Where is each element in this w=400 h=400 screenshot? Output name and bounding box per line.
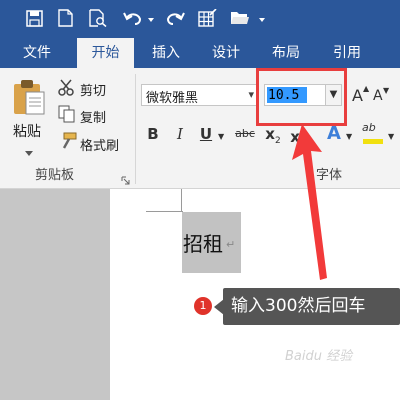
underline-button[interactable]: U xyxy=(198,123,214,145)
ribbon-separator xyxy=(135,74,136,184)
clipboard-group-label: 剪贴板 xyxy=(35,168,75,183)
paste-icon[interactable] xyxy=(12,78,46,120)
open-folder-icon[interactable] xyxy=(230,8,250,28)
document-text[interactable]: 招租 xyxy=(183,228,223,257)
subscript-digit: 2 xyxy=(274,136,281,146)
print-preview-icon[interactable] xyxy=(89,8,107,28)
tab-file[interactable]: 文件 xyxy=(14,38,60,68)
quick-access-toolbar xyxy=(0,0,400,38)
tab-insert[interactable]: 插入 xyxy=(146,38,186,68)
chevron-down-icon: ▾ xyxy=(248,88,254,101)
grow-font-button[interactable]: A xyxy=(352,86,363,105)
redo-icon[interactable] xyxy=(165,8,185,28)
new-document-icon[interactable] xyxy=(58,8,73,28)
highlight-button[interactable]: ab xyxy=(362,121,376,134)
caret-down-icon: ▼ xyxy=(383,86,390,95)
subscript-base: x xyxy=(265,125,275,143)
watermark-logo: Baidu 经验 xyxy=(285,349,353,364)
margin-marker xyxy=(181,189,182,212)
format-painter-icon[interactable] xyxy=(58,132,78,154)
document-background xyxy=(0,189,110,400)
paste-button[interactable]: 粘贴 xyxy=(13,121,41,141)
copy-button[interactable]: 复制 xyxy=(80,107,106,126)
cut-button[interactable]: 剪切 xyxy=(80,80,106,99)
margin-marker xyxy=(146,211,183,212)
copy-icon[interactable] xyxy=(58,105,76,127)
bold-button[interactable]: B xyxy=(145,123,161,145)
dialog-launcher-icon[interactable] xyxy=(121,170,130,189)
tab-design[interactable]: 设计 xyxy=(205,38,247,68)
strikethrough-button[interactable]: abc xyxy=(233,123,257,145)
font-name-select[interactable]: 微软雅黑 ▾ xyxy=(141,84,257,106)
shrink-font-button[interactable]: A xyxy=(373,88,383,104)
scissors-icon[interactable] xyxy=(58,79,76,101)
undo-icon[interactable] xyxy=(123,8,143,28)
save-icon[interactable] xyxy=(26,8,43,28)
folder-dropdown-icon[interactable] xyxy=(258,10,266,30)
undo-dropdown-icon[interactable] xyxy=(147,10,155,30)
format-painter-button[interactable]: 格式刷 xyxy=(80,135,119,154)
font-name-value: 微软雅黑 xyxy=(146,91,199,106)
paste-dropdown-icon[interactable] xyxy=(25,142,33,161)
highlight-color-swatch xyxy=(363,139,383,144)
step-badge: 1 xyxy=(194,297,212,315)
tab-references[interactable]: 引用 xyxy=(326,38,368,68)
highlight-dropdown-icon[interactable]: ▼ xyxy=(388,132,394,141)
ribbon-tabs: 文件 开始 插入 设计 布局 引用 xyxy=(0,38,400,68)
tab-home[interactable]: 开始 xyxy=(77,38,134,68)
annotation-arrow xyxy=(292,124,327,280)
instruction-callout: 输入300然后回车 xyxy=(223,288,400,325)
annotation-highlight-box xyxy=(256,68,347,126)
italic-button[interactable]: I xyxy=(172,123,188,145)
tab-layout[interactable]: 布局 xyxy=(265,38,307,68)
paragraph-mark: ↵ xyxy=(226,238,236,251)
underline-dropdown-icon[interactable]: ▼ xyxy=(218,132,224,141)
table-icon[interactable] xyxy=(198,8,217,28)
caret-up-icon: ▲ xyxy=(363,84,370,93)
subscript-button[interactable]: x2 xyxy=(264,123,282,146)
